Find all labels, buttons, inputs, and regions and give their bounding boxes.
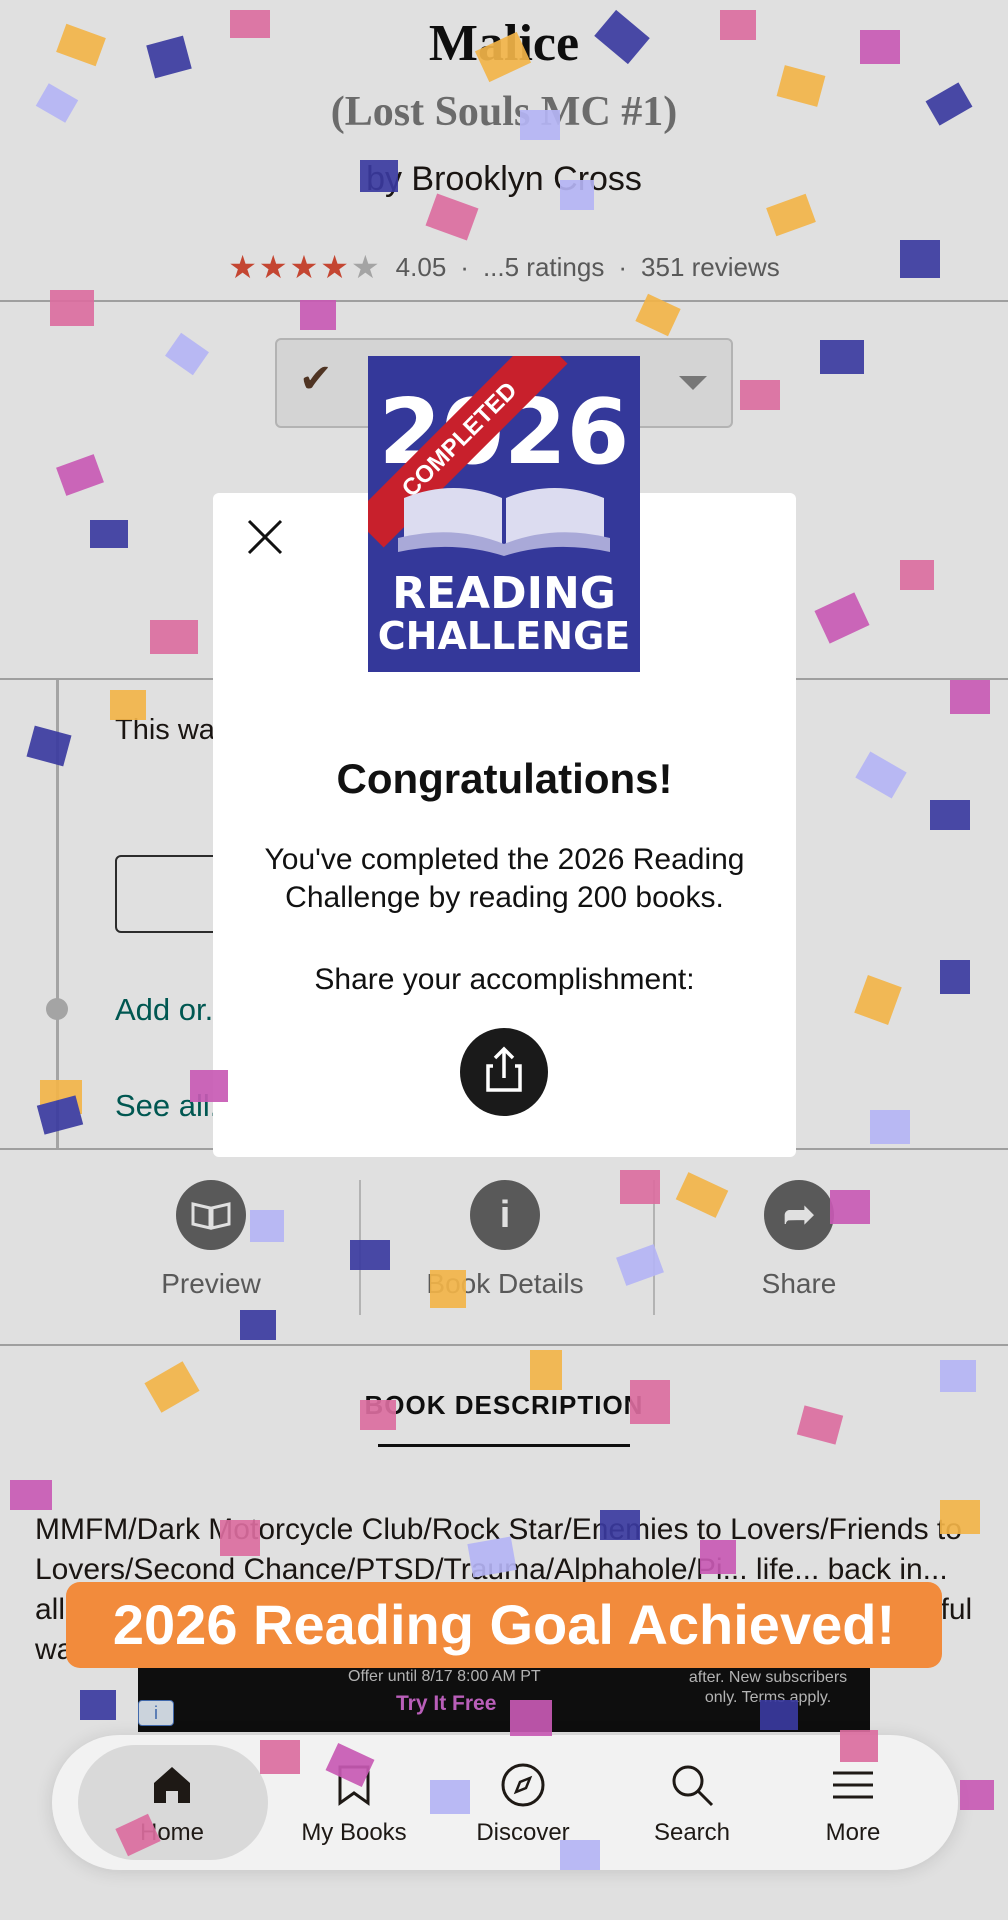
nav-search[interactable]: Search: [612, 1735, 772, 1870]
nav-more[interactable]: More: [773, 1735, 933, 1870]
bottom-nav: Home My Books Discover Search More: [52, 1735, 958, 1870]
share-icon: [486, 1046, 522, 1092]
nav-label: Home: [139, 1819, 205, 1846]
search-icon: [668, 1761, 716, 1809]
goal-achieved-banner: 2026 Reading Goal Achieved!: [66, 1582, 942, 1668]
nav-label: Search: [653, 1819, 731, 1846]
badge-line2: CHALLENGE: [377, 614, 631, 658]
menu-icon: [829, 1761, 877, 1809]
congrats-message: You've completed the 2026 Reading Challe…: [264, 843, 745, 914]
reading-challenge-badge: 2026 COMPLETED READING CHALLENGE: [368, 356, 640, 672]
close-icon[interactable]: [243, 515, 287, 559]
bookmark-icon: [330, 1761, 378, 1809]
home-icon: [148, 1761, 196, 1809]
nav-discover[interactable]: Discover: [443, 1735, 603, 1870]
share-button[interactable]: [460, 1028, 548, 1116]
nav-home[interactable]: Home: [78, 1735, 268, 1870]
nav-label: More: [825, 1819, 881, 1846]
congrats-heading: Congratulations!: [336, 755, 673, 802]
open-book-icon: [398, 488, 610, 556]
badge-line1: READING: [392, 568, 616, 619]
share-prompt: Share your accomplishment:: [314, 963, 695, 996]
nav-label: My Books: [301, 1819, 407, 1846]
nav-label: Discover: [476, 1819, 570, 1846]
nav-my-books[interactable]: My Books: [274, 1735, 434, 1870]
compass-icon: [499, 1761, 547, 1809]
